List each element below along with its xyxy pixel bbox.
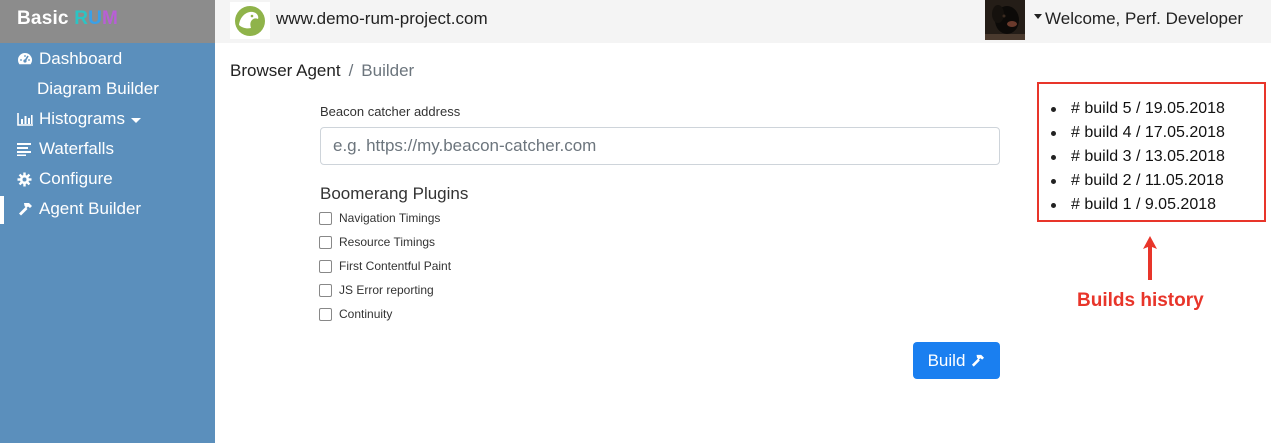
- boomerang-plugins-title: Boomerang Plugins: [320, 184, 469, 203]
- plugin-navigation-timings[interactable]: Navigation Timings: [319, 210, 440, 226]
- beacon-catcher-input[interactable]: [320, 127, 1000, 165]
- build-item-label: # build 2 / 11.05.2018: [1071, 172, 1224, 189]
- sidebar-item-diagram-builder[interactable]: Diagram Builder: [37, 78, 159, 100]
- sidebar-item-waterfalls[interactable]: Waterfalls: [17, 138, 114, 160]
- beacon-catcher-label: Beacon catcher address: [320, 104, 461, 119]
- checkbox[interactable]: [319, 235, 332, 249]
- build-button[interactable]: Build: [913, 342, 1000, 379]
- build-item[interactable]: # build 2 / 11.05.2018: [1051, 169, 1225, 193]
- checkbox[interactable]: [319, 283, 332, 297]
- sidebar-item-label: Configure: [39, 169, 113, 188]
- plugin-label: Resource Timings: [339, 235, 436, 249]
- chevron-down-icon: [130, 117, 141, 123]
- build-item-label: # build 3 / 13.05.2018: [1071, 148, 1225, 165]
- sidebar-item-label: Agent Builder: [39, 199, 142, 218]
- breadcrumb-browser-agent[interactable]: Browser Agent: [230, 61, 341, 81]
- sidebar-item-label: Histograms: [39, 109, 125, 128]
- welcome-text: Welcome, Perf. Developer: [1045, 9, 1244, 28]
- plugin-label: Continuity: [339, 307, 393, 321]
- checkbox[interactable]: [319, 259, 332, 273]
- sidebar: Dashboard Diagram Builder Histograms Wat…: [0, 43, 215, 443]
- bullet: [1051, 202, 1056, 208]
- plugin-continuity[interactable]: Continuity: [319, 306, 392, 322]
- breadcrumb: Browser Agent / Builder: [230, 61, 414, 81]
- arrow-up-icon: [1143, 236, 1157, 280]
- plugin-first-contentful-paint[interactable]: First Contentful Paint: [319, 258, 451, 274]
- build-item[interactable]: # build 3 / 13.05.2018: [1051, 145, 1225, 169]
- build-button-label: Build: [927, 350, 966, 370]
- build-item[interactable]: # build 1 / 9.05.2018: [1051, 193, 1225, 217]
- build-item-label: # build 5 / 19.05.2018: [1071, 100, 1225, 117]
- gear-icon: [17, 171, 35, 187]
- checkbox[interactable]: [319, 211, 332, 225]
- sidebar-item-agent-builder[interactable]: Agent Builder: [17, 198, 141, 220]
- sidebar-item-label: Dashboard: [39, 49, 123, 68]
- caret-down-icon: [1034, 13, 1042, 19]
- hammer-icon: [17, 201, 35, 217]
- plugin-label: Navigation Timings: [339, 211, 441, 225]
- hammer-icon: [970, 354, 985, 368]
- bullet: [1051, 178, 1056, 184]
- avatar[interactable]: [985, 0, 1025, 40]
- bullet: [1051, 106, 1056, 112]
- checkbox[interactable]: [319, 307, 332, 321]
- brand-logo-text: Basic RUM: [17, 8, 119, 29]
- bullet: [1051, 154, 1056, 160]
- build-item-label: # build 1 / 9.05.2018: [1071, 196, 1217, 213]
- bullet: [1051, 130, 1056, 136]
- top-navbar: www.demo-rum-project.com Welcome, Perf. …: [215, 0, 1271, 43]
- builds-history-caption: Builds history: [1077, 290, 1204, 311]
- sidebar-item-label: Diagram Builder: [37, 79, 159, 98]
- breadcrumb-separator: /: [348, 61, 354, 80]
- build-item-label: # build 4 / 17.05.2018: [1071, 124, 1225, 141]
- waterfall-icon: [17, 141, 35, 157]
- sidebar-item-histograms[interactable]: Histograms: [17, 108, 141, 130]
- brand-header[interactable]: Basic RUM: [0, 0, 215, 43]
- sidebar-item-dashboard[interactable]: Dashboard: [17, 48, 122, 70]
- project-logo[interactable]: [230, 2, 270, 39]
- build-item[interactable]: # build 4 / 17.05.2018: [1051, 121, 1225, 145]
- sidebar-item-label: Waterfalls: [39, 139, 114, 158]
- histogram-icon: [17, 111, 35, 127]
- dashboard-icon: [17, 51, 35, 67]
- plugin-js-error-reporting[interactable]: JS Error reporting: [319, 282, 434, 298]
- user-menu[interactable]: Welcome, Perf. Developer: [1034, 9, 1243, 29]
- builds-history-list: # build 5 / 19.05.2018 # build 4 / 17.05…: [1051, 97, 1225, 217]
- active-indicator: [0, 196, 4, 224]
- sidebar-item-configure[interactable]: Configure: [17, 168, 113, 190]
- plugin-resource-timings[interactable]: Resource Timings: [319, 234, 435, 250]
- plugin-label: JS Error reporting: [339, 283, 434, 297]
- build-item[interactable]: # build 5 / 19.05.2018: [1051, 97, 1225, 121]
- project-domain[interactable]: www.demo-rum-project.com: [276, 9, 488, 29]
- breadcrumb-current: Builder: [361, 61, 415, 80]
- plugin-label: First Contentful Paint: [339, 259, 452, 273]
